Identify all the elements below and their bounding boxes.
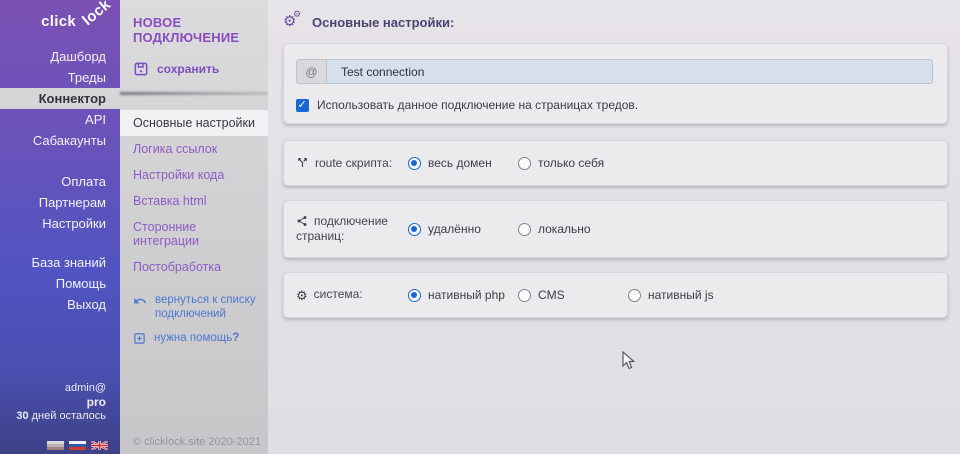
panel-title: НОВОЕ ПОДКЛЮЧЕНИЕ: [133, 15, 268, 45]
menu-item-code-settings[interactable]: Настройки кода: [120, 162, 268, 188]
need-help-label: нужна помощь?: [154, 331, 239, 345]
radio-unselected-icon: [628, 289, 641, 302]
route-script-card: route скрипта: весь домен только себя: [283, 140, 948, 186]
add-box-icon: [133, 332, 146, 345]
radio-native-php[interactable]: нативный php: [408, 288, 518, 302]
radio-only-self[interactable]: только себя: [518, 156, 628, 170]
save-icon: [133, 61, 149, 77]
radio-selected-icon: [408, 223, 421, 236]
radio-label: CMS: [538, 288, 565, 302]
account-info: admin@ pro 30 дней осталось: [16, 382, 106, 422]
sidebar-item-threads[interactable]: Треды: [0, 67, 120, 88]
use-on-threads-option[interactable]: Использовать данное подключение на стран…: [296, 98, 933, 112]
pages-connection-card: подключение страниц: удалённо локально: [283, 200, 948, 258]
nav-spacer: [0, 234, 120, 252]
route-script-options: весь домен только себя: [408, 156, 935, 170]
sidebar-item-dashboard[interactable]: Дашборд: [0, 46, 120, 67]
checkbox-checked-icon: [296, 99, 309, 112]
app-window: click lock Дашборд Треды Коннектор API С…: [0, 0, 960, 454]
panel-divider: [120, 92, 268, 95]
radio-whole-domain[interactable]: весь домен: [408, 156, 518, 170]
radio-selected-icon: [408, 157, 421, 170]
radio-unselected-icon: [518, 157, 531, 170]
main-content: ⚙⚙ Основные настройки: @ Использовать да…: [268, 0, 960, 454]
menu-item-link-logic[interactable]: Логика ссылок: [120, 136, 268, 162]
radio-unselected-icon: [518, 289, 531, 302]
system-card: ⚙система: нативный php CMS нативный js: [283, 272, 948, 318]
flag-uk[interactable]: [91, 441, 108, 450]
brand-logo[interactable]: click lock: [0, 0, 120, 42]
sidebar-item-knowledge-base[interactable]: База знаний: [0, 252, 120, 273]
language-switcher: [47, 441, 108, 450]
sidebar-item-partners[interactable]: Партнерам: [0, 192, 120, 213]
radio-cms[interactable]: CMS: [518, 288, 628, 302]
radio-label: нативный php: [428, 288, 505, 302]
pages-connection-label: подключение страниц:: [296, 214, 408, 244]
flag-russia[interactable]: [69, 441, 86, 450]
gear-icon: ⚙: [296, 288, 308, 303]
sidebar-nav: Дашборд Треды Коннектор API Сабакаунты О…: [0, 46, 120, 315]
need-help-link[interactable]: нужна помощь?: [120, 326, 268, 350]
route-script-label: route скрипта:: [296, 156, 408, 171]
route-icon: [296, 156, 309, 169]
radio-unselected-icon: [518, 223, 531, 236]
use-on-threads-label: Использовать данное подключение на стран…: [317, 98, 638, 112]
menu-item-postprocessing[interactable]: Постобработка: [120, 254, 268, 280]
menu-item-integrations[interactable]: Сторонние интеграции: [120, 214, 268, 254]
radio-remote[interactable]: удалённо: [408, 222, 518, 236]
back-to-list-link[interactable]: вернуться к списку подключений: [120, 288, 268, 326]
system-label: ⚙система:: [296, 287, 408, 303]
sidebar-item-settings[interactable]: Настройки: [0, 213, 120, 234]
connection-name-input[interactable]: [326, 59, 933, 84]
menu-item-html-insert[interactable]: Вставка html: [120, 188, 268, 214]
radio-native-js[interactable]: нативный js: [628, 288, 738, 302]
back-to-list-label: вернуться к списку подключений: [155, 293, 257, 321]
gears-icon: ⚙⚙: [283, 13, 303, 31]
radio-label: нативный js: [648, 288, 714, 302]
sidebar-item-connector[interactable]: Коннектор: [0, 88, 120, 109]
connection-panel: НОВОЕ ПОДКЛЮЧЕНИЕ сохранить Основные нас…: [120, 0, 268, 454]
pages-connection-options: удалённо локально: [408, 222, 935, 236]
panel-links: вернуться к списку подключений нужна пом…: [120, 288, 268, 350]
at-icon: @: [296, 59, 326, 84]
radio-label: только себя: [538, 156, 604, 170]
radio-label: локально: [538, 222, 591, 236]
section-header: ⚙⚙ Основные настройки:: [283, 13, 948, 31]
account-plan: pro: [16, 395, 106, 409]
radio-label: удалённо: [428, 222, 481, 236]
connection-name-card: @ Использовать данное подключение на стр…: [283, 43, 948, 124]
sidebar-item-subaccounts[interactable]: Сабакаунты: [0, 130, 120, 151]
undo-icon: [133, 294, 147, 308]
account-days-left: 30 дней осталось: [16, 410, 106, 422]
days-text: дней осталось: [29, 410, 106, 422]
nav-spacer: [0, 151, 120, 171]
section-title: Основные настройки:: [312, 15, 454, 30]
radio-local[interactable]: локально: [518, 222, 628, 236]
radio-selected-icon: [408, 289, 421, 302]
share-icon: [296, 215, 308, 227]
sidebar-item-payment[interactable]: Оплата: [0, 171, 120, 192]
radio-label: весь домен: [428, 156, 492, 170]
sidebar: click lock Дашборд Треды Коннектор API С…: [0, 0, 120, 454]
sidebar-item-help[interactable]: Помощь: [0, 273, 120, 294]
brand-logo-lock: lock: [79, 0, 114, 29]
sidebar-item-logout[interactable]: Выход: [0, 294, 120, 315]
account-email: admin@: [16, 382, 106, 394]
panel-menu: Основные настройки Логика ссылок Настрой…: [120, 110, 268, 280]
days-number: 30: [16, 410, 28, 422]
save-button-label: сохранить: [157, 62, 219, 76]
save-button[interactable]: сохранить: [133, 61, 219, 77]
system-options: нативный php CMS нативный js: [408, 288, 935, 302]
connection-name-group: @: [296, 59, 933, 84]
flag-inactive[interactable]: [47, 441, 64, 450]
menu-item-basic-settings[interactable]: Основные настройки: [120, 110, 268, 136]
sidebar-item-api[interactable]: API: [0, 109, 120, 130]
brand-logo-click: click: [41, 13, 76, 30]
